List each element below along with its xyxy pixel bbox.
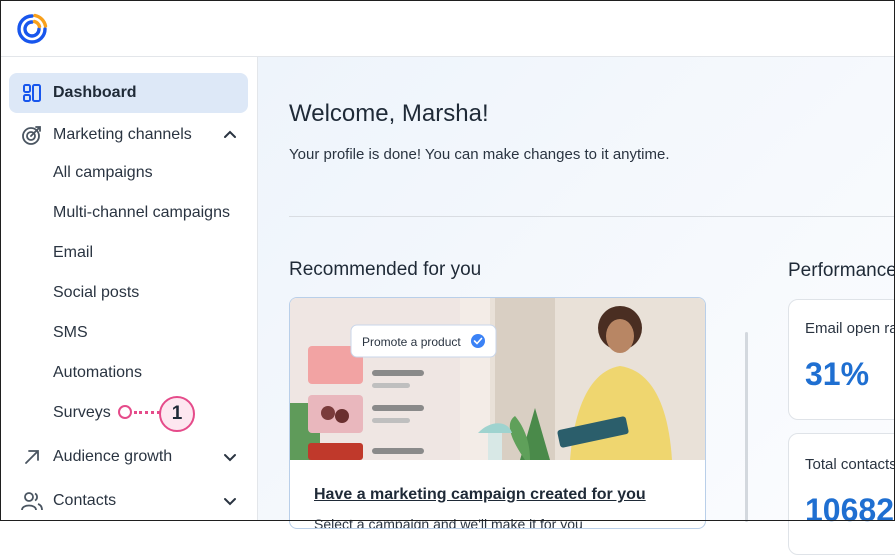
sidebar-subitem-multi-channel-campaigns[interactable]: Multi-channel campaigns — [53, 204, 230, 222]
perf-label: Email open rate — [805, 320, 895, 337]
sidebar-subitem-sms[interactable]: SMS — [53, 324, 88, 342]
sidebar: Dashboard Marketing channels All campaig… — [0, 57, 258, 521]
divider — [289, 216, 895, 217]
callout-marker — [118, 405, 132, 419]
constant-contact-logo[interactable] — [15, 12, 49, 46]
sidebar-item-label: Audience growth — [53, 448, 173, 465]
profile-message: Your profile is done! You can make chang… — [289, 146, 670, 163]
perf-value: 10682 — [805, 492, 894, 528]
callout-number-badge: 1 — [159, 396, 195, 432]
dashboard-icon — [21, 82, 43, 104]
promote-badge-text: Promote a product — [362, 335, 461, 349]
performance-card-email-open-rate[interactable]: Email open rate 31% — [788, 299, 895, 420]
sidebar-item-marketing-channels[interactable]: Marketing channels — [9, 115, 248, 155]
sidebar-subitem-automations[interactable]: Automations — [53, 364, 142, 382]
page-title: Welcome, Marsha! — [289, 100, 489, 127]
sidebar-item-label: Contacts — [53, 492, 117, 509]
create-campaign-link[interactable]: Have a marketing campaign created for yo… — [314, 486, 646, 504]
campaign-illustration: Promote a product — [290, 298, 705, 460]
chevron-up-icon[interactable] — [222, 127, 238, 143]
chevron-down-icon[interactable] — [222, 449, 238, 465]
perf-value: 31% — [805, 356, 870, 392]
callout-connector — [134, 411, 160, 414]
users-icon — [21, 490, 43, 512]
sidebar-item-contacts[interactable]: Contacts — [9, 481, 248, 521]
sidebar-subitem-social-posts[interactable]: Social posts — [53, 284, 139, 302]
sidebar-item-label: Dashboard — [53, 84, 137, 101]
recommended-title: Recommended for you — [289, 259, 482, 280]
sidebar-subitem-all-campaigns[interactable]: All campaigns — [53, 164, 153, 182]
chevron-down-icon[interactable] — [222, 493, 238, 509]
sidebar-subitem-email[interactable]: Email — [53, 244, 93, 262]
sidebar-item-dashboard[interactable]: Dashboard — [9, 73, 248, 113]
scrollbar[interactable] — [745, 332, 748, 522]
arrow-up-right-icon — [21, 446, 43, 468]
sidebar-subitem-surveys[interactable]: Surveys — [53, 404, 111, 422]
recommendation-card[interactable]: Promote a product Have a marketing campa… — [289, 297, 706, 529]
card-subtext: Select a campaign and we'll make it for … — [314, 516, 583, 529]
perf-label: Total contacts — [805, 456, 895, 473]
performance-card-total-contacts[interactable]: Total contacts 10682 — [788, 433, 895, 555]
sidebar-item-audience-growth[interactable]: Audience growth — [9, 437, 248, 477]
target-icon — [21, 124, 43, 146]
performance-title: Performance — [788, 260, 895, 281]
top-bar — [0, 0, 895, 57]
sidebar-item-label: Marketing channels — [53, 126, 192, 143]
